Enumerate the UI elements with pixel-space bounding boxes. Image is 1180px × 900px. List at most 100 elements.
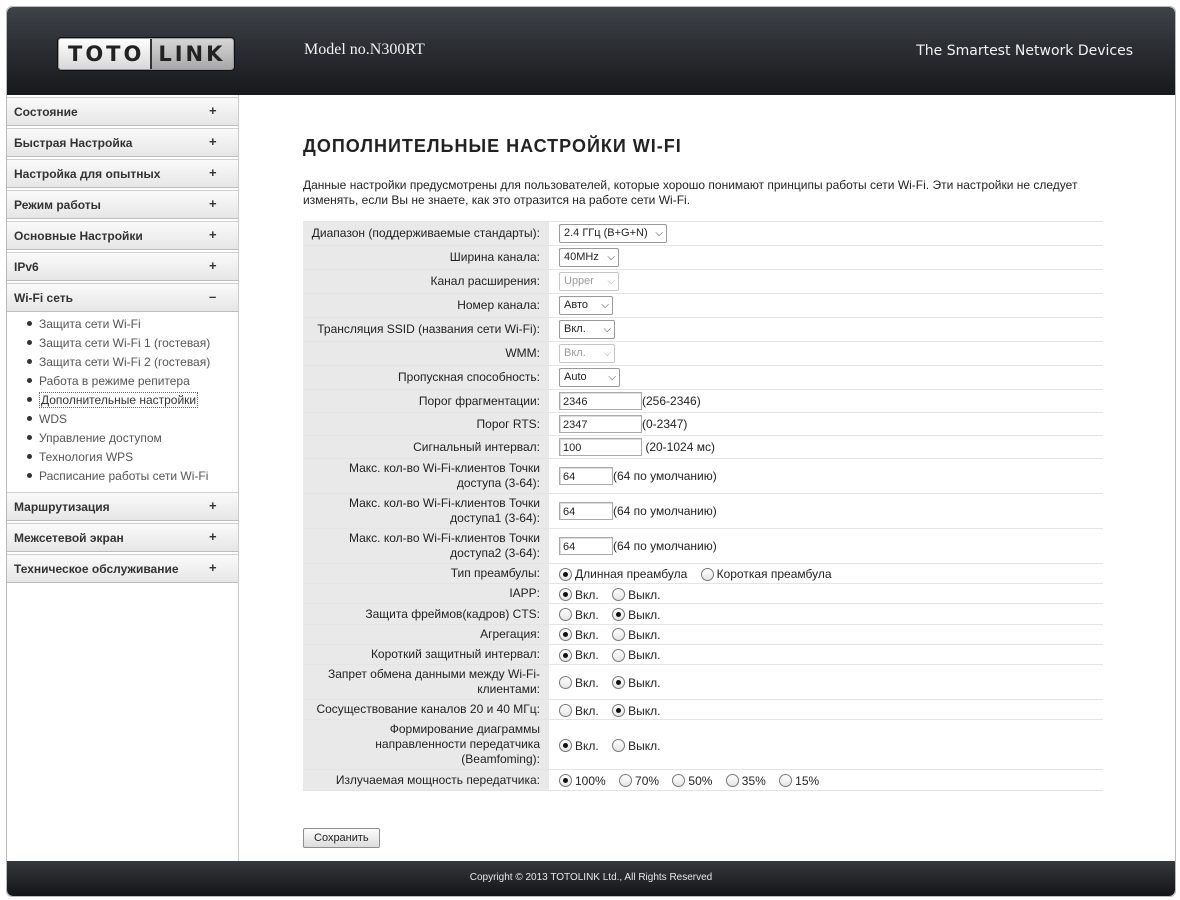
aggregation-off-option[interactable]: Выкл. (612, 627, 660, 642)
coexist-on-option[interactable]: Вкл. (559, 703, 599, 717)
menu-item-wifi[interactable]: Wi-Fi сеть – (7, 283, 238, 312)
menu-item-operation-mode[interactable]: Режим работы + (7, 190, 238, 219)
menu-item-status[interactable]: Состояние + (7, 97, 238, 126)
cts-on-option[interactable]: Вкл. (559, 607, 599, 622)
menu-item-advanced-setup[interactable]: Настройка для опытных + (7, 159, 238, 188)
max-clients1-input[interactable]: 64 (559, 502, 613, 520)
submenu-item-wifi-security[interactable]: Защита сети Wi-Fi (7, 315, 238, 334)
aggregation-on-radio[interactable] (559, 628, 572, 642)
row-max-clients: Макс. кол-во Wi-Fi-клиентов Точки доступ… (303, 458, 1103, 494)
tx-power-15-radio[interactable] (779, 774, 793, 788)
beamforming-on-radio[interactable] (559, 739, 572, 753)
tx-power-50-option[interactable]: 50% (672, 773, 712, 788)
isolation-off-option[interactable]: Выкл. (612, 675, 660, 690)
beacon-interval-input[interactable]: 100 (559, 438, 642, 456)
preamble-short-option[interactable]: Короткая преамбула (700, 566, 832, 581)
on-label: Вкл. (575, 587, 599, 602)
row-ext-channel: Канал расширения: Upper ⌵ (303, 269, 1103, 294)
menu-item-routing[interactable]: Маршрутизация + (7, 492, 238, 521)
short-gi-on-radio[interactable] (559, 648, 572, 662)
isolation-label: Запрет обмена данными между Wi-Fi-клиент… (303, 664, 549, 700)
page-description: Данные настройки предусмотрены для польз… (303, 178, 1078, 207)
beamforming-off-radio[interactable] (612, 739, 626, 753)
chevron-down-icon: ⌵ (608, 372, 616, 383)
row-iapp: IAPP: Вкл. Выкл. (303, 583, 1103, 604)
channel-number-value: Авто (564, 299, 588, 311)
tx-power-50-radio[interactable] (672, 774, 686, 788)
submenu-item-wifi-security-guest2[interactable]: Защита сети Wi-Fi 2 (гостевая) (7, 353, 238, 372)
aggregation-label: Агрегация: (303, 623, 549, 645)
band-select[interactable]: 2.4 ГГц (B+G+N) ⌵ (559, 224, 667, 243)
iapp-off-radio[interactable] (612, 587, 626, 601)
bullet-icon (27, 435, 32, 440)
expand-icon: + (209, 560, 217, 575)
short-gi-on-option[interactable]: Вкл. (559, 647, 599, 662)
coexist-off-option[interactable]: Выкл. (612, 703, 660, 717)
preamble-long-option[interactable]: Длинная преамбула (559, 566, 687, 581)
tx-power-15-label: 15% (795, 773, 820, 788)
chevron-down-icon: ⌵ (603, 348, 611, 359)
preamble-short-radio[interactable] (700, 567, 714, 581)
preamble-long-radio[interactable] (559, 567, 572, 581)
tx-power-70-option[interactable]: 70% (619, 773, 659, 788)
ssid-broadcast-select[interactable]: Вкл. ⌵ (559, 320, 615, 339)
data-rate-value: Auto (564, 371, 587, 383)
data-rate-select[interactable]: Auto ⌵ (559, 368, 620, 387)
short-gi-off-radio[interactable] (612, 648, 626, 662)
menu-item-ipv6[interactable]: IPv6 + (7, 252, 238, 281)
channel-number-select[interactable]: Авто ⌵ (559, 296, 613, 315)
beamforming-off-option[interactable]: Выкл. (612, 738, 660, 753)
submenu-item-wds[interactable]: WDS (7, 410, 238, 429)
aggregation-on-option[interactable]: Вкл. (559, 627, 599, 642)
coexist-on-radio[interactable] (559, 703, 572, 717)
isolation-on-radio[interactable] (559, 676, 572, 690)
iapp-off-option[interactable]: Выкл. (612, 587, 660, 601)
submenu-item-access-control[interactable]: Управление доступом (7, 429, 238, 448)
wifi-submenu: Защита сети Wi-Fi Защита сети Wi-Fi 1 (г… (7, 312, 238, 490)
tx-power-35-radio[interactable] (725, 774, 739, 788)
iapp-on-option[interactable]: Вкл. (559, 587, 599, 602)
cts-off-option[interactable]: Выкл. (612, 607, 660, 622)
short-gi-off-option[interactable]: Выкл. (612, 647, 660, 662)
cts-on-radio[interactable] (559, 608, 572, 622)
preamble-long-label: Длинная преамбула (575, 567, 688, 582)
main-content: ДОПОЛНИТЕЛЬНЫЕ НАСТРОЙКИ WI-FI Данные на… (239, 95, 1175, 861)
row-short-gi: Короткий защитный интервал: Вкл. Выкл. (303, 643, 1103, 665)
tx-power-70-radio[interactable] (619, 774, 633, 788)
max-clients2-input[interactable]: 64 (559, 537, 613, 555)
menu-item-basic-settings[interactable]: Основные Настройки + (7, 221, 238, 250)
tx-power-35-option[interactable]: 35% (725, 773, 766, 788)
submenu-item-wps[interactable]: Технология WPS (7, 448, 238, 467)
save-button[interactable]: Сохранить (303, 828, 380, 848)
ext-channel-select: Upper ⌵ (559, 272, 619, 291)
tx-power-100-option[interactable]: 100% (559, 773, 606, 788)
menu-item-maintenance[interactable]: Техническое обслуживание + (7, 554, 238, 583)
submenu-item-wifi-schedule[interactable]: Расписание работы сети Wi-Fi (7, 467, 238, 486)
on-label: Вкл. (575, 648, 599, 663)
band-value: 2.4 ГГц (B+G+N) (564, 227, 648, 239)
isolation-on-option[interactable]: Вкл. (559, 675, 599, 690)
cts-off-radio[interactable] (612, 608, 626, 622)
submenu-item-advanced-settings[interactable]: Дополнительные настройки (7, 391, 238, 410)
rts-threshold-input[interactable]: 2347 (559, 415, 642, 433)
frag-threshold-input[interactable]: 2346 (559, 392, 642, 410)
data-rate-label: Пропускная способность: (303, 365, 549, 390)
submenu-item-wifi-security-guest1[interactable]: Защита сети Wi-Fi 1 (гостевая) (7, 334, 238, 353)
submenu-item-repeater[interactable]: Работа в режиме репитера (7, 372, 238, 391)
aggregation-off-radio[interactable] (612, 628, 626, 642)
off-label: Выкл. (628, 738, 661, 753)
menu-item-firewall[interactable]: Межсетевой экран + (7, 523, 238, 552)
max-clients-input[interactable]: 64 (559, 467, 613, 485)
tx-power-100-radio[interactable] (559, 774, 572, 788)
tx-power-15-option[interactable]: 15% (779, 773, 819, 788)
menu-item-quick-setup[interactable]: Быстрая Настройка + (7, 128, 238, 157)
row-rts-threshold: Порог RTS: 2347 (0-2347) (303, 412, 1103, 436)
row-band: Диапазон (поддерживаемые стандарты): 2.4… (303, 221, 1103, 246)
isolation-off-radio[interactable] (612, 676, 626, 690)
channel-width-select[interactable]: 40MHz ⌵ (559, 248, 619, 267)
iapp-on-radio[interactable] (559, 587, 572, 601)
rts-threshold-hint: (0-2347) (642, 417, 688, 431)
coexist-off-radio[interactable] (612, 703, 626, 717)
beamforming-on-option[interactable]: Вкл. (559, 738, 599, 753)
on-label: Вкл. (575, 607, 599, 622)
